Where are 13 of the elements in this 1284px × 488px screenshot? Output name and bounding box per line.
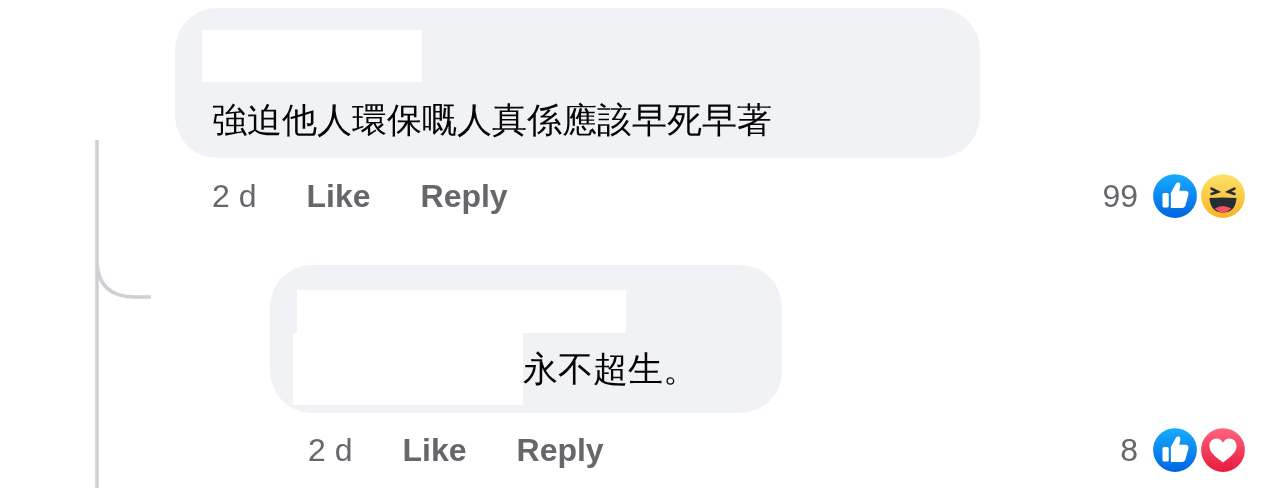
timestamp: 2 d	[212, 177, 257, 215]
thumbs-up-icon	[1150, 425, 1200, 475]
action-link[interactable]: Reply	[516, 431, 604, 469]
reaction-count[interactable]: 8	[1120, 431, 1138, 469]
action-link[interactable]: Like	[306, 177, 371, 215]
action-link[interactable]: Like	[402, 431, 467, 469]
timestamp: 2 d	[308, 431, 353, 469]
laughing-face-icon	[1198, 171, 1248, 221]
comment-text: 強迫他人環保嘅人真係應該早死早著	[212, 98, 772, 142]
comment-text: 永不超生。	[523, 347, 698, 391]
thumbs-up-icon	[1150, 171, 1200, 221]
action-link[interactable]: Reply	[420, 177, 508, 215]
reaction-count[interactable]: 99	[1102, 177, 1138, 215]
